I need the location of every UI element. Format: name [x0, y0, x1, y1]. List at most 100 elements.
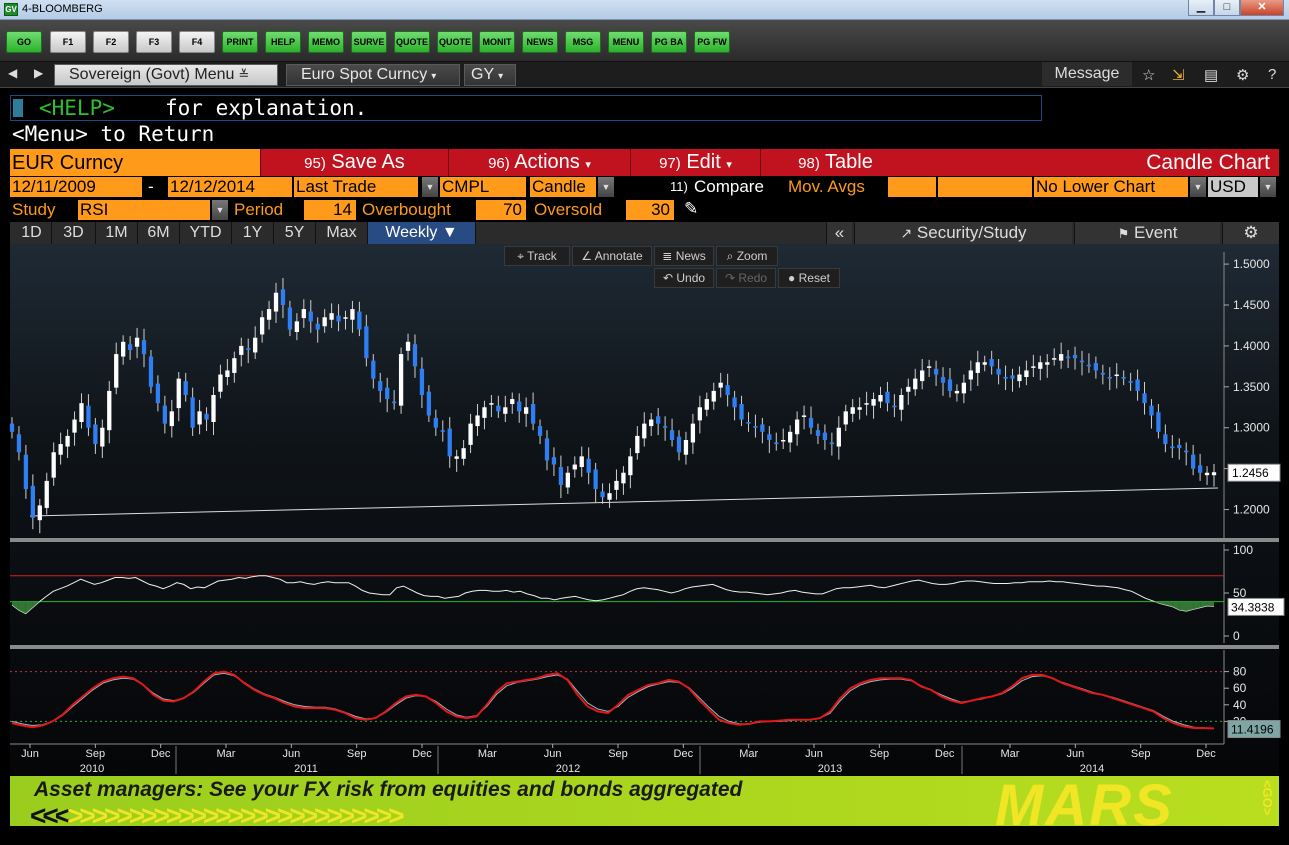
- candle-body: [996, 368, 1001, 375]
- last-price-label: 1.2456: [1232, 466, 1269, 480]
- annotate-button[interactable]: ∠ Annotate: [572, 246, 652, 266]
- candle-body: [378, 381, 383, 391]
- candle-body: [9, 423, 15, 432]
- candle-body: [982, 362, 987, 365]
- stoch-tick-label: 80: [1233, 665, 1247, 679]
- candle-body: [1135, 379, 1140, 391]
- news-button[interactable]: ≣ News: [654, 246, 714, 266]
- candle-body: [732, 397, 737, 408]
- candle-body: [649, 419, 654, 427]
- price-tick-label: 1.3500: [1233, 380, 1270, 394]
- candle-body: [280, 289, 286, 305]
- x-month-label: Jun: [282, 748, 300, 760]
- track-label: Track: [527, 249, 557, 263]
- candle-body: [794, 419, 800, 435]
- candle-body: [350, 309, 355, 320]
- stoch-line-k: [11, 670, 1215, 730]
- x-month-label: Jun: [1066, 748, 1084, 760]
- candle-body: [1003, 377, 1008, 379]
- rsi-oversold-fill: [25, 601, 33, 614]
- zoom-icon: ⌕: [726, 249, 734, 263]
- x-month-label: Sep: [870, 748, 890, 760]
- x-year-label: 2010: [80, 763, 104, 775]
- candle-body: [489, 403, 494, 405]
- candle-body: [371, 360, 376, 379]
- banner-arrows-graphic: <<<>>>>>>>>>>>>>>>>>>>>>>>>>>>: [30, 800, 405, 826]
- candle-body: [141, 340, 147, 355]
- redo-icon: ↷: [724, 271, 736, 285]
- zoom-label: Zoom: [736, 249, 768, 263]
- candle-body: [607, 493, 612, 500]
- x-month-label: Mar: [478, 748, 497, 760]
- redo-button[interactable]: ↷ Redo: [716, 268, 776, 288]
- candle-body: [739, 404, 744, 420]
- candle-body: [822, 432, 828, 440]
- candle-body: [329, 313, 334, 320]
- banner-go-key[interactable]: <GO>: [1260, 780, 1275, 815]
- stoch-tick-label: 40: [1233, 698, 1247, 712]
- candle-body: [204, 413, 209, 420]
- zoom-button[interactable]: ⌕ Zoom: [716, 246, 778, 266]
- candle-body: [933, 368, 939, 375]
- rsi-oversold-fill: [1179, 601, 1187, 612]
- candle-body: [711, 390, 716, 402]
- candle-body: [954, 390, 960, 394]
- price-tick-label: 1.5000: [1233, 257, 1270, 271]
- chart-svg[interactable]: 1.50001.45001.40001.35001.30001.25001.20…: [0, 0, 1289, 845]
- candle-body: [920, 370, 925, 382]
- bottom-strip: [0, 826, 1289, 845]
- candle-body: [51, 452, 56, 478]
- candle-body: [1038, 362, 1043, 369]
- panel-divider-1: [10, 538, 1279, 542]
- candle-body: [989, 359, 994, 367]
- candle-body: [829, 442, 835, 445]
- candle-body: [134, 337, 140, 347]
- candle-body: [308, 311, 313, 322]
- candle-body: [1149, 405, 1154, 416]
- candle-body: [127, 344, 133, 350]
- candle-body: [336, 315, 341, 322]
- x-month-label: Sep: [1131, 748, 1151, 760]
- candle-body: [801, 415, 807, 417]
- candle-body: [1010, 375, 1015, 379]
- reset-button[interactable]: ● Reset: [778, 268, 840, 288]
- candle-body: [461, 448, 466, 459]
- candle-body: [1142, 393, 1147, 404]
- candle-body: [614, 480, 619, 490]
- track-button[interactable]: ⌖ Track: [504, 246, 570, 266]
- candle-body: [364, 326, 369, 359]
- x-month-label: Mar: [739, 748, 758, 760]
- candle-body: [246, 348, 251, 350]
- crosshair-icon: ⌖: [517, 249, 525, 263]
- candle-body: [475, 415, 480, 427]
- candle-body: [1079, 360, 1085, 363]
- candle-body: [1086, 364, 1092, 367]
- price-tick-label: 1.2000: [1233, 503, 1270, 517]
- candle-body: [211, 395, 216, 422]
- rsi-line: [11, 575, 1215, 615]
- candle-body: [510, 399, 515, 404]
- candle-body: [1093, 363, 1099, 371]
- advertisement-banner[interactable]: Asset managers: See your FX risk from eq…: [10, 776, 1279, 826]
- candle-body: [72, 419, 77, 433]
- candle-body: [718, 382, 723, 388]
- candle-body: [1121, 377, 1126, 379]
- candle-body: [391, 401, 397, 404]
- trend-line: [29, 487, 1219, 517]
- candle-body: [1184, 450, 1189, 453]
- candle-body: [808, 417, 814, 428]
- candle-body: [440, 430, 445, 432]
- candle-body: [906, 386, 911, 392]
- rsi-oversold-fill: [1207, 601, 1214, 607]
- reset-label: Reset: [798, 271, 830, 285]
- candle-body: [259, 317, 265, 335]
- candle-body: [1204, 472, 1210, 476]
- candle-body: [37, 505, 42, 521]
- candle-body: [433, 417, 438, 428]
- candle-body: [767, 434, 772, 440]
- candle-body: [44, 480, 49, 508]
- candle-body: [517, 401, 522, 412]
- price-tick-label: 1.4000: [1233, 339, 1270, 353]
- candle-body: [635, 435, 640, 454]
- undo-button[interactable]: ↶ Undo: [654, 268, 714, 288]
